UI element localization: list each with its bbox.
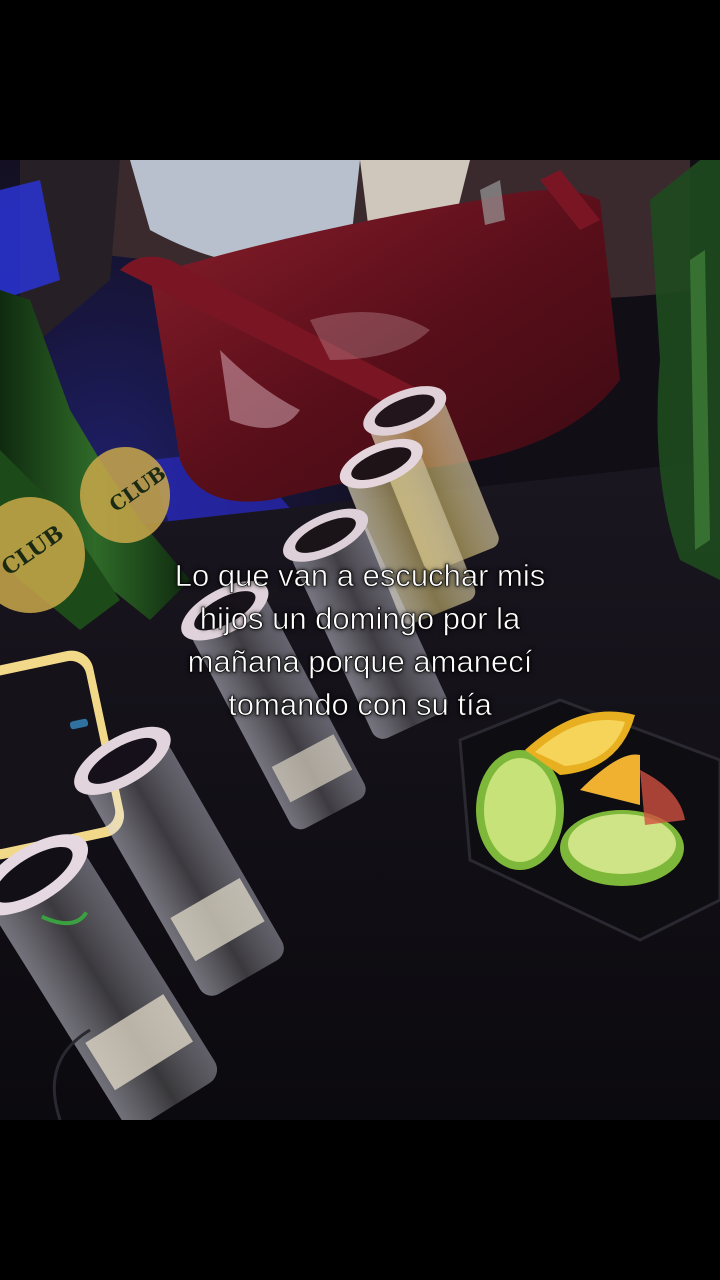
- caption-line-2: hijos un domingo por la: [199, 601, 521, 637]
- caption-line-4: tomando con su tía: [228, 687, 492, 723]
- video-caption: Lo que van a escuchar mis hijos un domin…: [60, 554, 660, 726]
- letterbox-bottom: [0, 1120, 720, 1280]
- letterbox-top: [0, 0, 720, 160]
- caption-line-3: mañana porque amanecí: [187, 644, 533, 680]
- caption-line-1: Lo que van a escuchar mis: [174, 558, 546, 594]
